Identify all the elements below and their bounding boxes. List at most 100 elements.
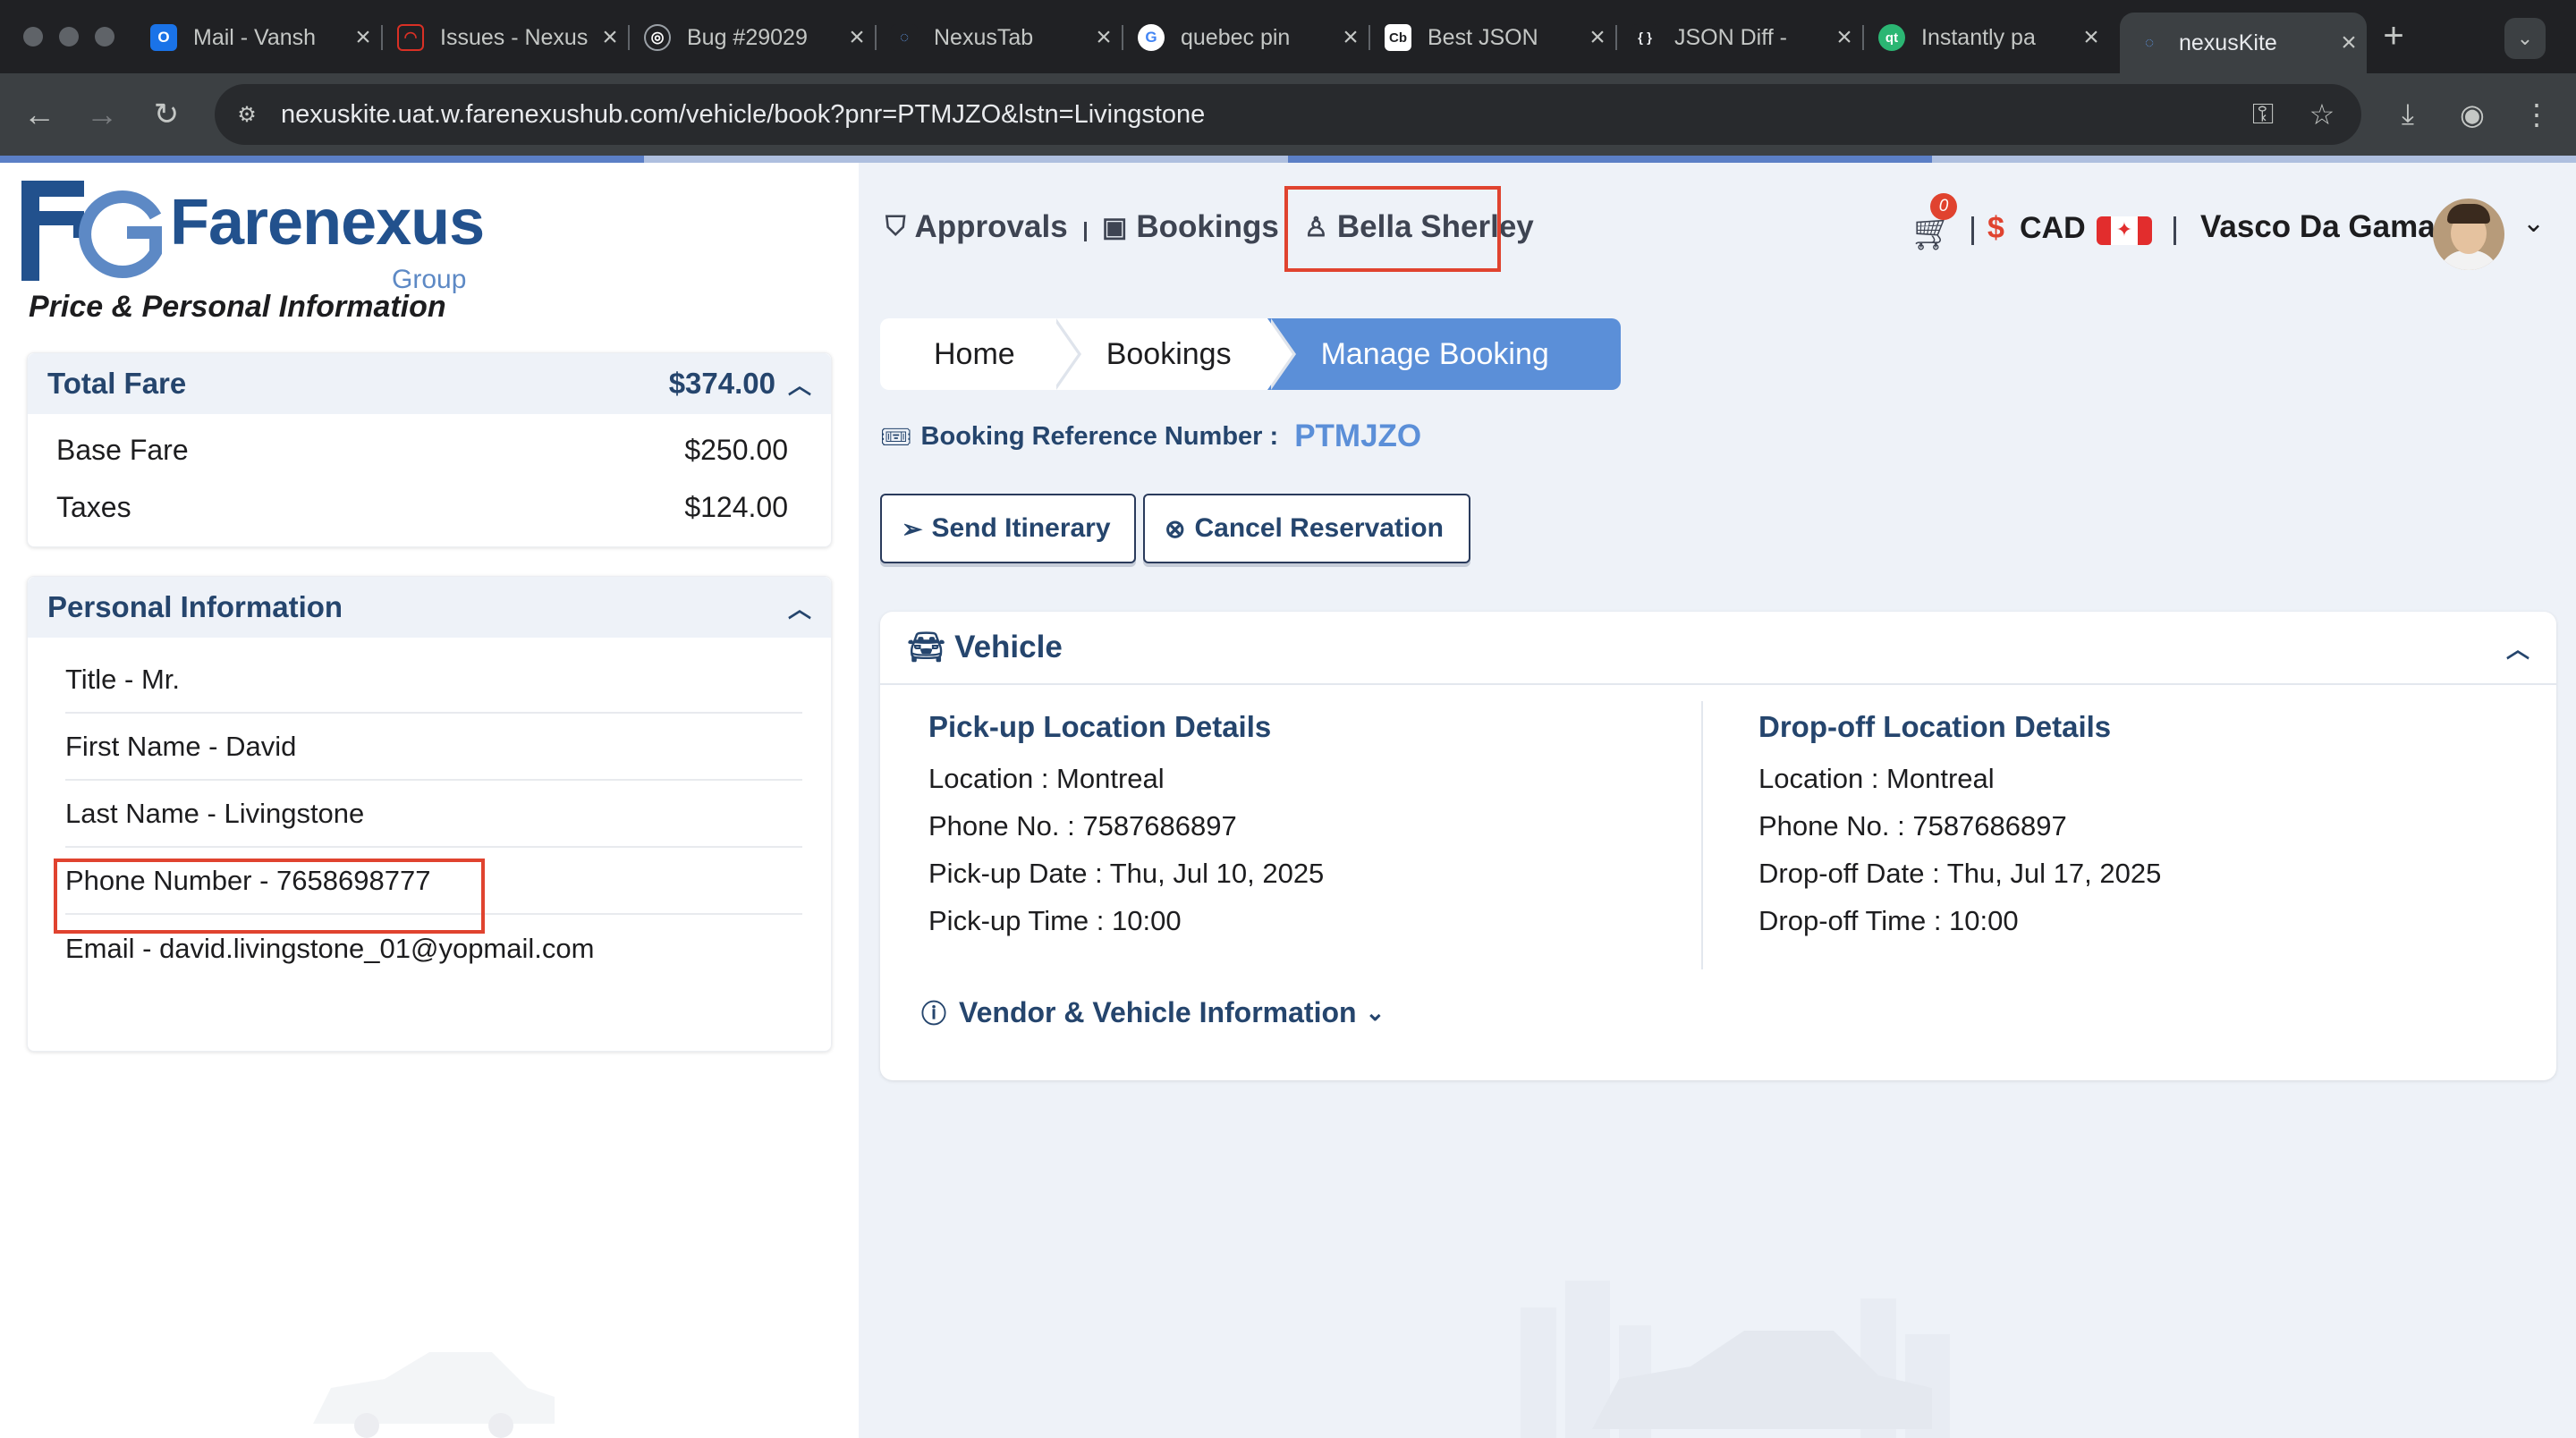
breadcrumb-manage-booking[interactable]: Manage Booking (1267, 318, 1621, 390)
fg-logo-mark (21, 181, 162, 281)
tab-title: JSON Diff - (1674, 24, 1787, 50)
json-icon: { } (1631, 24, 1658, 51)
password-key-icon[interactable]: ⚿ (2243, 95, 2283, 134)
browser-tab-bar: O Mail - Vansh × ◠ Issues - Nexus × ◎ Bu… (0, 0, 2576, 73)
tab-title: nexusKite (2179, 30, 2277, 55)
dollar-icon: $ (1987, 211, 2004, 245)
fare-card: Total Fare $374.00 ︿ Base Fare $250.00 T… (27, 352, 832, 547)
browser-tab[interactable]: ◎ Bug #29029 × (628, 13, 877, 63)
chevron-up-icon[interactable]: ︿ (2506, 631, 2529, 664)
traveler-highlight-box (1284, 186, 1501, 272)
dropoff-heading: Drop-off Location Details (1758, 710, 2112, 743)
browser-tab[interactable]: ◠ Issues - Nexus × (381, 13, 630, 63)
dropoff-line: Phone No. : 7587686897 (1758, 809, 2067, 842)
pickup-line: Pick-up Date : Thu, Jul 10, 2025 (928, 857, 1325, 889)
qt-icon: qt (1878, 24, 1905, 51)
personal-info-card: Personal Information ︿ Title - Mr. First… (27, 576, 832, 1052)
personal-info-title: Personal Information (47, 590, 343, 623)
pickup-line: Pick-up Time : 10:00 (928, 904, 1182, 936)
nexus-icon: ◌ (891, 24, 918, 51)
window-minimize-button[interactable] (59, 27, 79, 47)
top-navigation: ⛉ Approvals ▣ Bookings ♙ Bella Sherley 🛒… (859, 163, 2576, 297)
site-settings-icon[interactable]: ⚙ (231, 98, 263, 131)
browser-tab-active[interactable]: ◌ nexusKite × (2120, 13, 2367, 73)
total-fare-header[interactable]: Total Fare $374.00 ︿ (28, 353, 831, 414)
personal-info-row: Title - Mr. (65, 647, 802, 714)
forward-arrow-icon[interactable]: → (80, 93, 123, 136)
brand-name: Farenexus (170, 187, 485, 258)
city-car-watermark-icon (1521, 1281, 1950, 1438)
window-close-button[interactable] (23, 27, 43, 47)
send-itinerary-button[interactable]: ➢ Send Itinerary (880, 494, 1136, 563)
personal-info-row: First Name - David (65, 714, 802, 781)
user-name[interactable]: Vasco Da Gama (2200, 209, 2436, 245)
company-logo[interactable]: Farenexus Group (21, 181, 487, 294)
tab-close-icon[interactable]: × (2073, 22, 2109, 53)
left-panel-title: Price & Personal Information (29, 290, 446, 324)
tab-title: Mail - Vansh (193, 24, 317, 50)
personal-info-header[interactable]: Personal Information ︿ (28, 577, 831, 638)
window-zoom-button[interactable] (95, 27, 114, 47)
dropoff-line: Drop-off Time : 10:00 (1758, 904, 2019, 936)
vendor-vehicle-info-link[interactable]: ⓘ Vendor & Vehicle Information ⌄ (921, 994, 1385, 1030)
address-bar[interactable]: ⚙ nexuskite.uat.w.farenexushub.com/vehic… (215, 84, 2361, 145)
tab-close-icon[interactable]: × (1333, 22, 1368, 53)
chevron-up-icon[interactable]: ︿ (788, 591, 811, 624)
cancel-reservation-button[interactable]: ⊗ Cancel Reservation (1143, 494, 1470, 563)
tab-close-icon[interactable]: × (345, 22, 381, 53)
booking-reference-label: Booking Reference Number : (920, 421, 1279, 451)
pickup-line: Phone No. : 7587686897 (928, 809, 1237, 842)
canada-flag-icon: ✦ (2097, 216, 2152, 245)
url-text: nexuskite.uat.w.farenexushub.com/vehicle… (281, 99, 1206, 129)
breadcrumb-home[interactable]: Home (880, 318, 1081, 390)
vehicle-header[interactable]: 🚘︎ Vehicle ︿ (880, 612, 2556, 685)
profile-icon[interactable]: ◉ (2451, 93, 2494, 136)
tab-close-icon[interactable]: × (1826, 22, 1862, 53)
tab-search-chevron-icon[interactable]: ⌄ (2504, 18, 2546, 59)
pickup-details: Pick-up Location Details Location : Mont… (928, 710, 1716, 944)
bookmark-star-icon[interactable]: ☆ (2302, 95, 2342, 134)
tab-close-icon[interactable]: × (839, 22, 875, 53)
calendar-check-icon: ▣ (1102, 212, 1128, 242)
progress-segment (1932, 156, 2576, 163)
browser-tab[interactable]: G quebec pin × (1122, 13, 1370, 63)
browser-tab[interactable]: ◌ NexusTab × (875, 13, 1123, 63)
browser-tab[interactable]: Cb Best JSON × (1368, 13, 1617, 63)
progress-segment (0, 156, 644, 163)
shield-check-icon: ⛉ (886, 212, 906, 241)
download-icon[interactable]: ⤓ (2386, 93, 2429, 136)
tab-close-icon[interactable]: × (592, 22, 628, 53)
back-arrow-icon[interactable]: ← (18, 93, 61, 136)
browser-toolbar: ← → ↻ ⚙ nexuskite.uat.w.farenexushub.com… (0, 73, 2576, 156)
reload-icon[interactable]: ↻ (145, 93, 188, 136)
avatar[interactable] (2433, 199, 2504, 270)
paper-plane-icon: ➢ (902, 514, 923, 543)
fare-label: Taxes (56, 490, 131, 523)
chevron-up-icon[interactable]: ︿ (788, 368, 811, 401)
total-fare-label: Total Fare (47, 367, 187, 400)
pickup-line: Location : Montreal (928, 762, 1165, 794)
browser-tab[interactable]: qt Instantly pa × (1862, 13, 2109, 63)
tab-close-icon[interactable]: × (1086, 22, 1122, 53)
tab-close-icon[interactable]: × (2331, 28, 2367, 58)
codebeautify-icon: Cb (1385, 24, 1411, 51)
fare-value: $124.00 (684, 490, 788, 523)
car-icon: 🚘︎ (907, 630, 946, 664)
nav-separator (1971, 216, 1974, 245)
new-tab-plus-icon[interactable]: + (2376, 16, 2411, 56)
browser-tab[interactable]: { } JSON Diff - × (1615, 13, 1864, 63)
nav-bookings[interactable]: ▣ Bookings (1102, 209, 1279, 245)
fare-label: Base Fare (56, 433, 189, 466)
cart-count-badge: 0 (1930, 193, 1957, 220)
nav-approvals[interactable]: ⛉ Approvals (886, 209, 1068, 245)
tab-title: Instantly pa (1921, 24, 2036, 50)
chevron-down-icon[interactable]: ⌄ (1366, 999, 1385, 1027)
menu-kebab-icon[interactable]: ⋮ (2515, 93, 2558, 136)
tab-close-icon[interactable]: × (1580, 22, 1615, 53)
chevron-down-icon[interactable]: ⌄ (2522, 207, 2545, 239)
browser-tab[interactable]: O Mail - Vansh × (134, 13, 383, 63)
nav-separator (1084, 222, 1087, 241)
currency-selector[interactable]: CAD (2020, 211, 2086, 246)
breadcrumb-label: Manage Booking (1320, 336, 1549, 371)
breadcrumb-bookings[interactable]: Bookings (1052, 318, 1296, 390)
